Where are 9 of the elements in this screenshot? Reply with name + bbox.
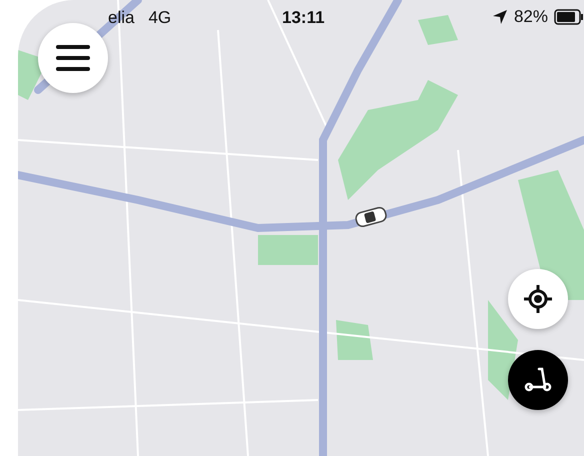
location-arrow-icon	[492, 9, 508, 25]
carrier-name: elia	[108, 8, 134, 28]
scooter-icon	[524, 367, 552, 393]
menu-icon	[56, 45, 90, 71]
crosshair-icon	[523, 284, 553, 314]
clock-time: 13:11	[282, 8, 325, 28]
network-type: 4G	[148, 8, 172, 28]
battery-percent: 82%	[514, 7, 548, 27]
battery-icon	[554, 9, 584, 25]
